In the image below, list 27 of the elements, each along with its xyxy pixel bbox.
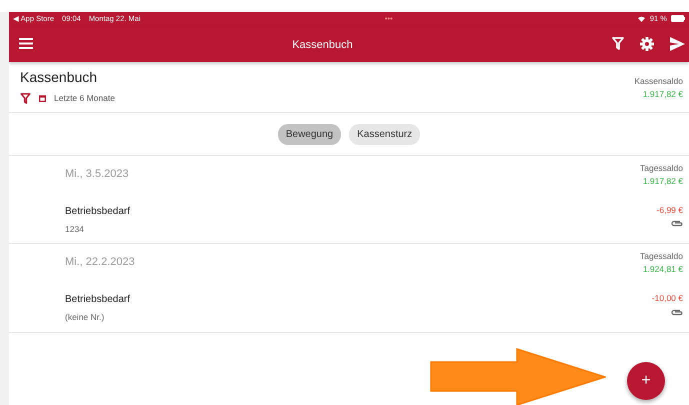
battery-icon <box>670 15 685 22</box>
balance-amount: 1.917,82 € <box>642 88 683 100</box>
filter-icon[interactable] <box>20 92 31 104</box>
entry-number: (keine Nr.) <box>65 310 106 324</box>
segment-tab[interactable]: Bewegung <box>278 124 342 144</box>
add-button[interactable]: + <box>627 362 665 400</box>
entry-amount: -10,00 € <box>652 292 683 304</box>
day-balance-amount: 1.924,81 € <box>642 263 683 276</box>
send-icon[interactable] <box>670 36 685 50</box>
entry-title: Betriebsbedarf <box>65 204 132 218</box>
day-balance-label: Tagessaldo <box>640 162 683 175</box>
day-balance-label: Tagessaldo <box>640 250 683 263</box>
wifi-icon <box>636 15 646 22</box>
entry-title: Betriebsbedarf <box>65 292 132 307</box>
settings-icon[interactable] <box>640 36 654 50</box>
toolbar-title: Kassenbuch <box>292 38 353 50</box>
filter-label: Letzte 6 Monate <box>54 92 115 105</box>
entry-amount: -6,99 € <box>656 204 683 216</box>
day-date: Mi., 22.2.2023 <box>65 255 136 270</box>
page-title: Kassenbuch <box>20 68 98 87</box>
menu-icon[interactable] <box>19 38 33 49</box>
segment-tab[interactable]: Kassensturz <box>349 124 420 144</box>
day-date: Mi., 3.5.2023 <box>65 167 130 182</box>
entry-number: 1234 <box>65 222 85 236</box>
balance-label: Kassensaldo <box>634 75 683 88</box>
day-balance-amount: 1.917,82 € <box>642 174 683 188</box>
calendar-icon <box>39 94 46 102</box>
